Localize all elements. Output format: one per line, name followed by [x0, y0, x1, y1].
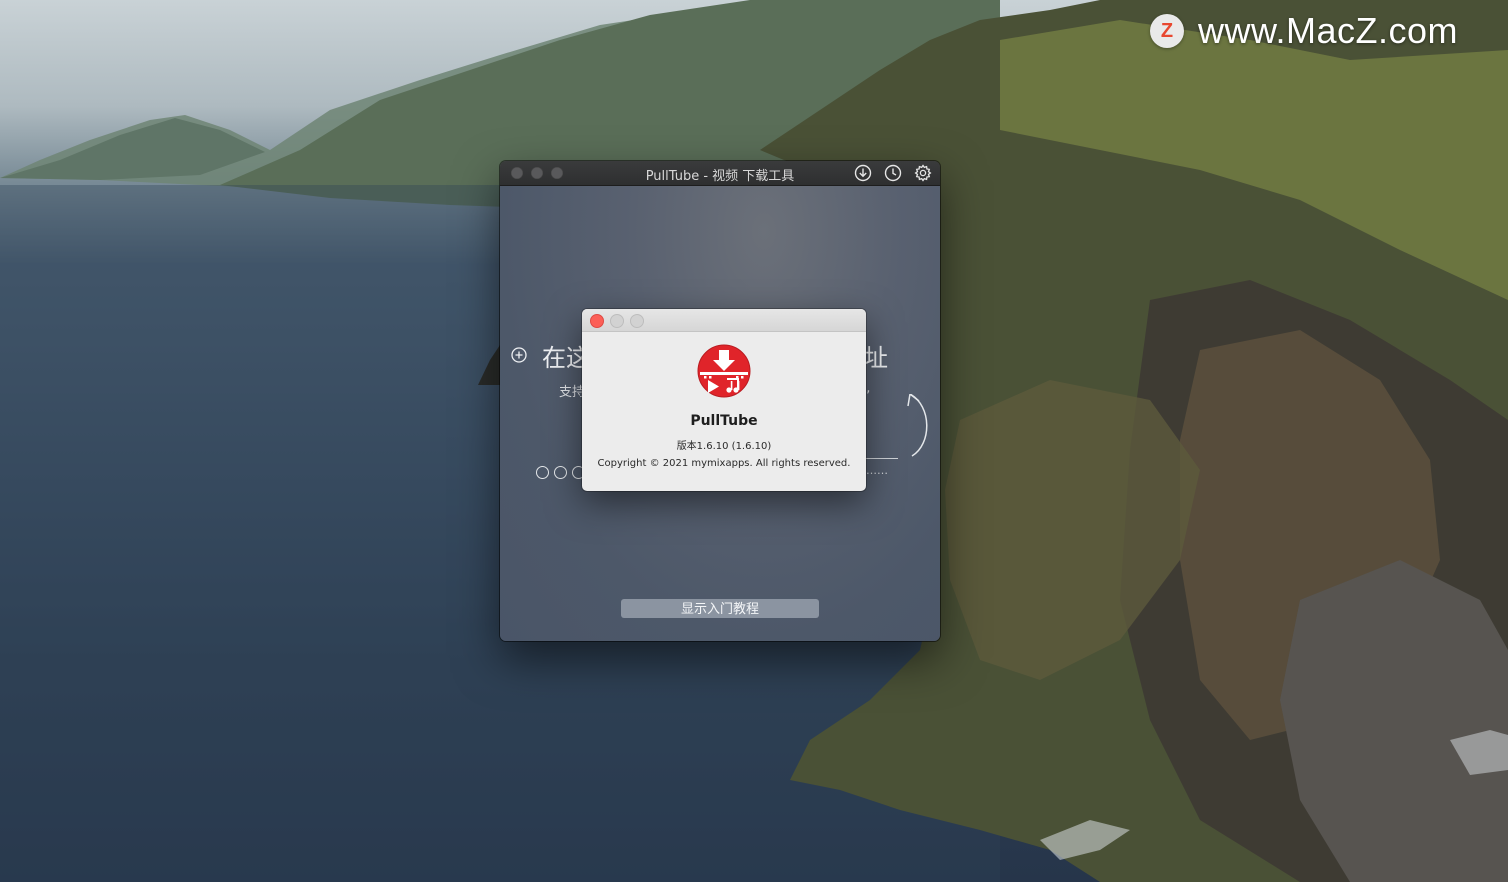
main-titlebar[interactable]: PullTube - 视频 下载工具: [500, 161, 940, 186]
about-version-text: 版本1.6.10 (1.6.10): [676, 441, 772, 452]
show-tutorial-button[interactable]: 显示入门教程: [621, 599, 819, 618]
watermark-logo-letter: Z: [1160, 19, 1174, 42]
about-minimize-button: [610, 314, 624, 328]
drop-url-headline-right: 址: [864, 344, 888, 372]
macz-logo-icon: Z: [1150, 14, 1184, 48]
about-close-button[interactable]: [590, 314, 604, 328]
url-placeholder-dots: ……: [866, 464, 888, 477]
dot: [554, 466, 567, 479]
url-field-underline: [866, 458, 898, 459]
about-copyright-text: Copyright © 2021 mymixapps. All rights r…: [597, 458, 851, 469]
history-clock-icon[interactable]: [884, 164, 902, 182]
curved-arrow-icon: [907, 394, 928, 457]
about-app-name: PullTube: [690, 413, 758, 429]
watermark: Z www.MacZ.com: [1150, 10, 1458, 52]
watermark-text: www.MacZ.com: [1198, 10, 1459, 51]
gear-icon[interactable]: [914, 164, 932, 182]
about-titlebar[interactable]: [582, 309, 866, 332]
add-url-icon[interactable]: [510, 346, 528, 364]
download-icon[interactable]: [854, 164, 872, 182]
pulltube-app-icon: [697, 344, 751, 398]
about-dialog: PullTube 版本1.6.10 (1.6.10) Copyright © 2…: [582, 309, 866, 491]
window-title: PullTube - 视频 下载工具: [645, 169, 795, 184]
dot: [536, 466, 549, 479]
about-zoom-button: [630, 314, 644, 328]
